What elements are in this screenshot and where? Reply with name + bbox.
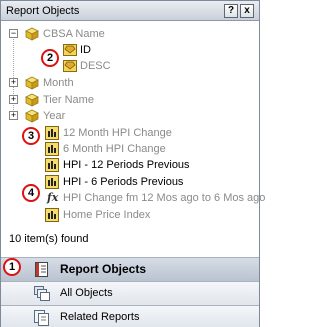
tree-item-label: ID bbox=[80, 44, 91, 56]
expand-toggle[interactable]: + bbox=[9, 78, 18, 87]
report-objects-icon bbox=[35, 262, 48, 277]
tree-item-label: 12 Month HPI Change bbox=[63, 127, 172, 139]
collapse-toggle[interactable]: − bbox=[9, 29, 18, 38]
related-reports-icon bbox=[34, 310, 49, 326]
tree-item-month[interactable]: + Month bbox=[1, 75, 259, 91]
tab-label: All Objects bbox=[60, 287, 113, 299]
attribute-cube-icon bbox=[25, 109, 39, 123]
tree-item-6-month-hpi-change[interactable]: 6 Month HPI Change bbox=[1, 141, 259, 157]
panel-title: Report Objects bbox=[6, 5, 80, 17]
callout-badge-3: 3 bbox=[22, 127, 40, 145]
attribute-form-icon bbox=[63, 60, 77, 72]
attribute-cube-icon bbox=[25, 93, 39, 107]
tree-item-home-price-index[interactable]: Home Price Index bbox=[1, 207, 259, 223]
metric-icon bbox=[45, 208, 59, 222]
fx-formula-icon: fx bbox=[47, 191, 59, 204]
tree-item-label: CBSA Name bbox=[43, 28, 105, 40]
expand-toggle[interactable]: + bbox=[9, 95, 18, 104]
tree-item-hpi-6-periods-previous[interactable]: HPI - 6 Periods Previous bbox=[1, 174, 259, 190]
tree-item-id[interactable]: ID bbox=[1, 42, 259, 58]
tab-label: Related Reports bbox=[60, 311, 140, 323]
all-objects-icon bbox=[34, 286, 50, 301]
attribute-cube-icon bbox=[25, 27, 39, 41]
report-objects-panel: Report Objects ? x − CBSA Name ID DESC +… bbox=[0, 0, 265, 327]
tree-item-label: DESC bbox=[80, 60, 111, 72]
close-button[interactable]: x bbox=[240, 4, 254, 18]
tree-item-label: HPI - 12 Periods Previous bbox=[63, 159, 190, 171]
attribute-form-icon bbox=[63, 44, 77, 56]
items-found-count: 10 item(s) found bbox=[9, 233, 89, 245]
tree-item-desc[interactable]: DESC bbox=[1, 58, 259, 74]
attribute-cube-icon bbox=[25, 76, 39, 90]
tree-item-label: HPI - 6 Periods Previous bbox=[63, 176, 184, 188]
tree-item-label: HPI Change fm 12 Mos ago to 6 Mos ago bbox=[63, 192, 266, 204]
metric-icon bbox=[45, 158, 59, 172]
tab-all-objects[interactable]: All Objects bbox=[1, 281, 259, 305]
panel-title-bar: Report Objects ? x bbox=[1, 1, 259, 21]
metric-icon bbox=[45, 175, 59, 189]
callout-badge-1: 1 bbox=[3, 258, 21, 276]
tree-item-label: Tier Name bbox=[43, 94, 94, 106]
tree-item-label: Year bbox=[43, 110, 66, 122]
tab-label: Report Objects bbox=[60, 262, 147, 276]
tree-item-cbsa-name[interactable]: − CBSA Name bbox=[1, 26, 259, 42]
expand-toggle[interactable]: + bbox=[9, 111, 18, 120]
tree-item-tier-name[interactable]: + Tier Name bbox=[1, 92, 259, 108]
tree-item-label: Month bbox=[43, 77, 74, 89]
tree-item-year[interactable]: + Year bbox=[1, 108, 259, 124]
tree-item-label: 6 Month HPI Change bbox=[63, 143, 166, 155]
tree-item-label: Home Price Index bbox=[63, 209, 151, 221]
help-button[interactable]: ? bbox=[224, 4, 238, 18]
metric-icon bbox=[45, 142, 59, 156]
tab-related-reports[interactable]: Related Reports bbox=[1, 305, 259, 327]
callout-badge-4: 4 bbox=[22, 184, 40, 202]
metric-icon bbox=[45, 126, 59, 140]
tab-report-objects[interactable]: Report Objects bbox=[1, 257, 259, 281]
callout-badge-2: 2 bbox=[41, 49, 59, 67]
tree-item-hpi-12-periods-previous[interactable]: HPI - 12 Periods Previous bbox=[1, 157, 259, 173]
